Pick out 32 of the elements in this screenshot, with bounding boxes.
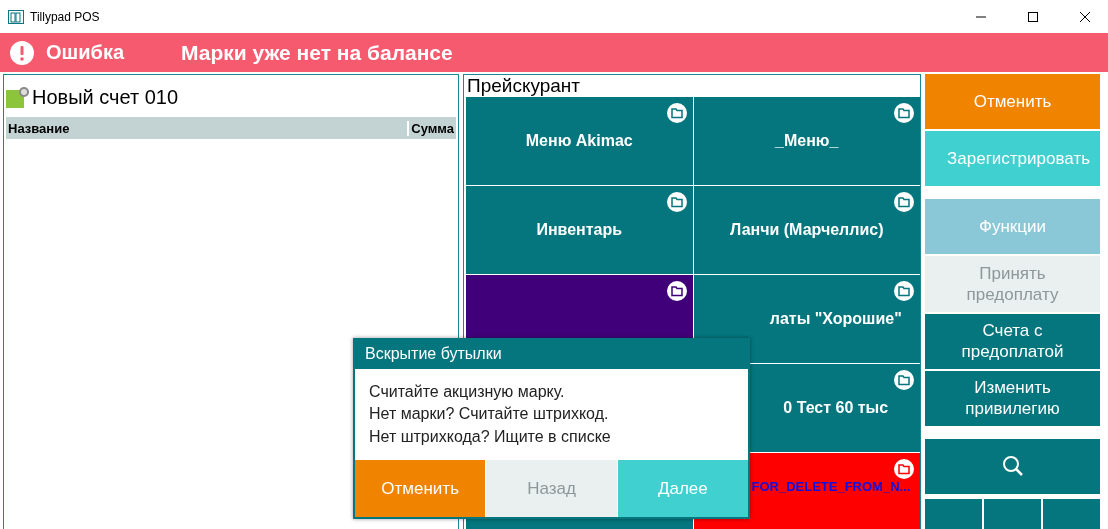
category-tile[interactable]: латы "Хорошие" [693,275,920,363]
category-tile[interactable]: _Меню_ [693,97,920,185]
folder-icon [894,103,914,123]
folder-icon [894,192,914,212]
maximize-icon[interactable] [1027,10,1039,23]
search-button[interactable] [925,438,1100,495]
folder-icon [666,103,687,123]
error-message: Марки уже нет на балансе [181,40,453,65]
folder-icon [666,192,687,212]
category-tile[interactable]: Инвентарь [466,186,693,274]
folder-icon [894,370,914,390]
category-tile[interactable]: Ланчи (Марчеллис) [693,186,920,274]
bill-icon [6,86,30,108]
folder-icon [666,281,687,301]
app-icon [8,9,24,24]
close-icon[interactable] [1079,10,1091,23]
category-tile[interactable]: Меню Akimac [466,97,693,185]
dialog-message: Считайте акцизную марку. [369,382,566,402]
price-list-title: Прейскурант [466,75,582,97]
column-header[interactable]: Сумма [407,120,456,136]
action-button[interactable]: Счета с предоплатой [925,313,1100,369]
column-header[interactable]: Название [6,120,408,136]
dialog-title: Вскрытие бутылки [364,343,503,364]
bill-title: Новый счет 010 [32,85,179,109]
dialog-message: Нет штрихкода? Ищите в списке [369,426,612,447]
folder-icon [894,281,914,301]
error-label: Ошибка [46,41,126,64]
window-title: Tillypad POS [30,9,101,24]
exclamation-icon [10,40,34,65]
folder-icon [894,459,914,479]
dialog-message: Нет марки? Считайте штрихкод. [369,404,610,425]
action-button[interactable]: Изменить привилегию [925,370,1100,426]
